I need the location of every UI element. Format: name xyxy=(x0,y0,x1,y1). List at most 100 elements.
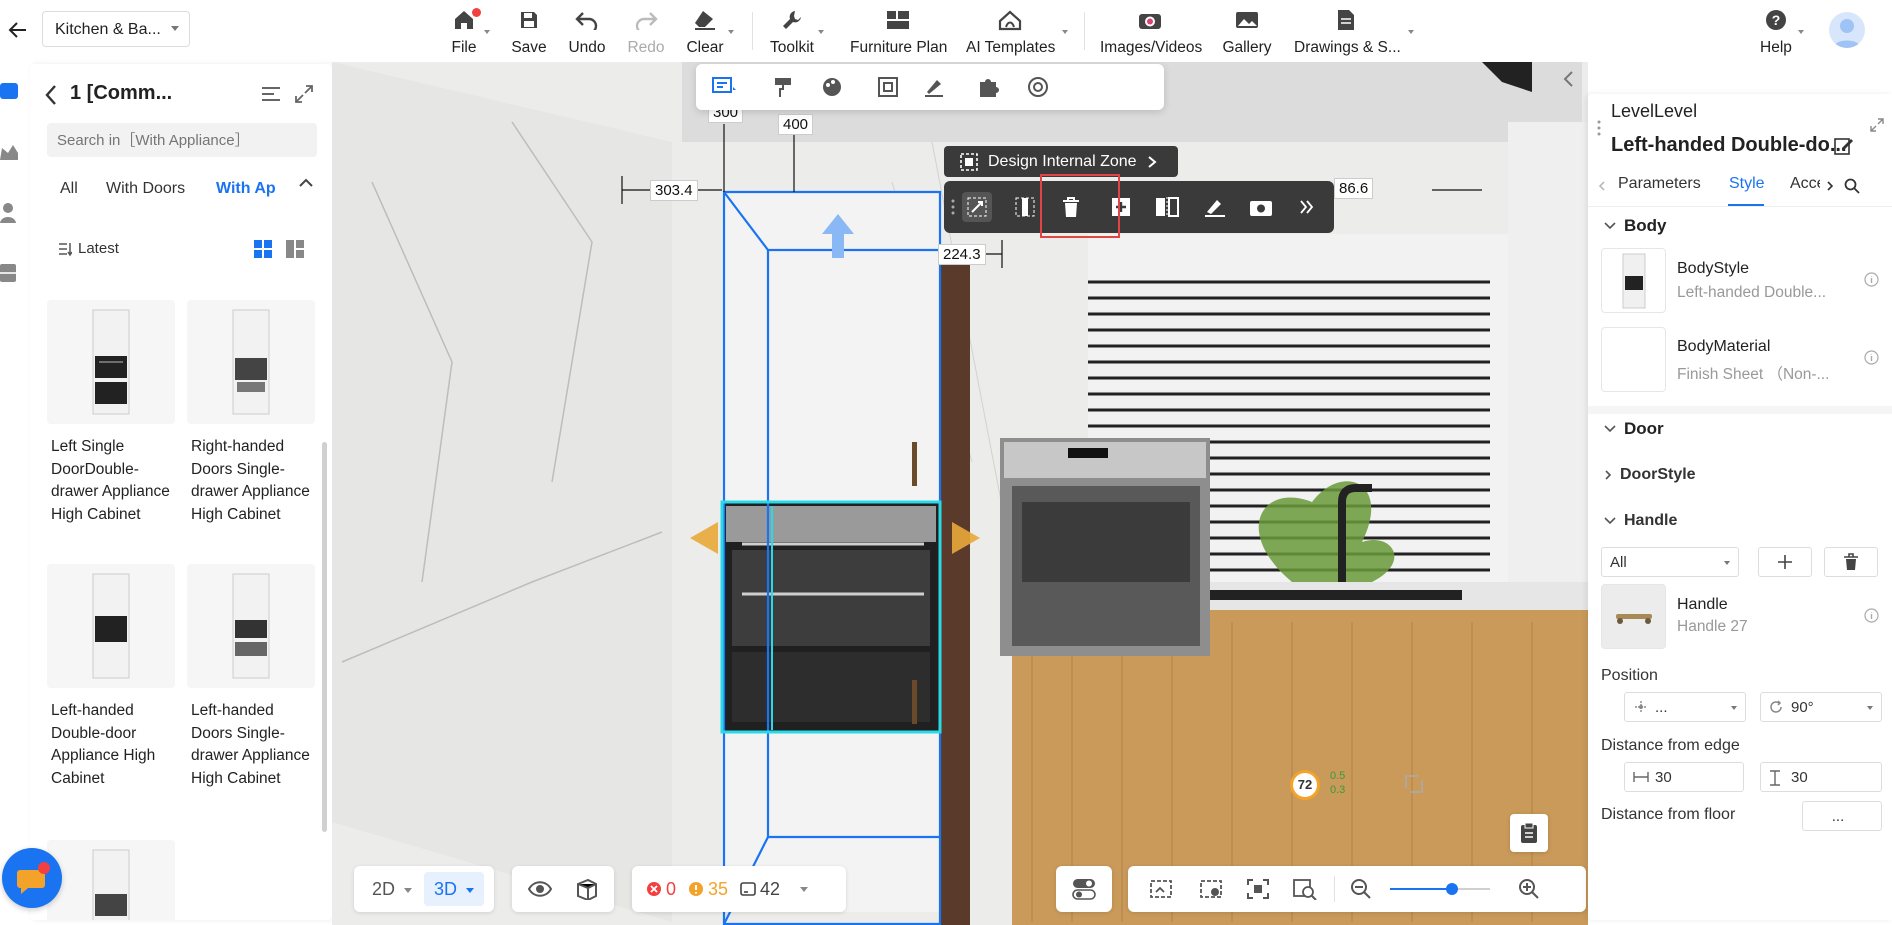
select-mode-button[interactable] xyxy=(710,73,738,101)
tab-all[interactable]: All xyxy=(60,180,78,198)
cabinet-icon[interactable] xyxy=(0,262,22,284)
expand-icon[interactable] xyxy=(294,84,314,104)
frame-button[interactable] xyxy=(874,73,902,101)
chevron-down-icon[interactable] xyxy=(800,886,809,892)
distance-edge-horizontal-input[interactable]: 30 xyxy=(1624,762,1744,792)
brush-button[interactable] xyxy=(920,73,948,101)
undo-button[interactable]: Undo xyxy=(567,6,607,56)
clipboard-button[interactable] xyxy=(1510,814,1548,852)
chat-button[interactable] xyxy=(2,848,62,908)
mode-2d-button[interactable]: 2D xyxy=(362,872,422,906)
redo-button[interactable]: Redo xyxy=(627,6,665,56)
file-menu-button[interactable]: File xyxy=(448,6,490,56)
search-icon[interactable] xyxy=(1844,178,1860,194)
zoom-selection-icon[interactable] xyxy=(1292,878,1318,900)
tab-with-doors[interactable]: With Doors xyxy=(106,180,185,198)
toggle-icon[interactable] xyxy=(1072,878,1096,900)
zoom-slider-handle[interactable] xyxy=(1446,883,1458,895)
mirror-button[interactable] xyxy=(1152,192,1182,222)
project-selector[interactable]: Kitchen & Ba... xyxy=(42,11,190,47)
product-card[interactable]: Left Single DoorDouble-drawer Appliance … xyxy=(47,300,177,526)
status-group[interactable]: 0 35 42 xyxy=(632,866,846,912)
mode-3d-button[interactable]: 3D xyxy=(424,872,485,906)
performance-score[interactable]: 72 xyxy=(1290,770,1320,800)
design-internal-zone-button[interactable]: Design Internal Zone xyxy=(944,146,1178,177)
library-scrollbar[interactable] xyxy=(322,442,327,832)
grid-view-icon[interactable] xyxy=(254,240,272,258)
camera-view-button[interactable] xyxy=(1246,192,1276,222)
fit-view-icon[interactable] xyxy=(1246,878,1270,900)
save-button[interactable]: Save xyxy=(510,6,548,56)
body-style-thumbnail[interactable] xyxy=(1601,248,1666,313)
distance-floor-input[interactable]: ... xyxy=(1802,801,1882,831)
target-button[interactable] xyxy=(1024,73,1052,101)
scale-button[interactable] xyxy=(962,192,992,222)
door-section-header[interactable]: Door xyxy=(1604,419,1664,439)
gallery-button[interactable]: Gallery xyxy=(1222,6,1272,56)
toolkit-button[interactable]: Toolkit xyxy=(770,6,824,56)
tab-with-appliance[interactable]: With Ap xyxy=(216,180,276,198)
ai-templates-button[interactable]: AI Templates xyxy=(966,6,1068,56)
zoom-slider-track[interactable] xyxy=(1390,883,1490,895)
avatar[interactable] xyxy=(1829,12,1865,48)
chevron-right-icon[interactable] xyxy=(1826,180,1834,192)
drag-handle-icon[interactable] xyxy=(1596,120,1602,136)
delete-handle-button[interactable] xyxy=(1824,547,1878,577)
corner-icon[interactable] xyxy=(1404,774,1424,794)
product-card[interactable]: Left-handed Double-door Appliance High C… xyxy=(47,564,177,790)
camera-settings-icon[interactable] xyxy=(1198,878,1224,900)
screenshot-icon[interactable] xyxy=(1148,878,1174,900)
expand-icon[interactable] xyxy=(1870,118,1884,132)
catalog-icon[interactable] xyxy=(0,80,22,102)
back-arrow-icon[interactable] xyxy=(6,18,30,42)
brush-tool-button[interactable] xyxy=(1200,192,1230,222)
material-button[interactable] xyxy=(818,73,846,101)
dimension-label[interactable]: 86.6 xyxy=(1334,178,1374,199)
chevron-up-icon[interactable] xyxy=(298,176,314,190)
add-handle-button[interactable] xyxy=(1758,547,1812,577)
paint-roller-button[interactable] xyxy=(770,73,798,101)
edit-icon[interactable] xyxy=(1834,136,1854,156)
person-icon[interactable] xyxy=(0,202,22,224)
chevron-left-icon[interactable] xyxy=(1598,180,1606,192)
cube-icon[interactable] xyxy=(574,878,598,900)
chevron-left-icon[interactable] xyxy=(44,84,58,106)
eye-icon[interactable] xyxy=(528,878,552,900)
sort-dropdown[interactable]: Latest xyxy=(58,240,119,257)
dimension-label[interactable]: 303.4 xyxy=(650,180,698,201)
library-search-input[interactable] xyxy=(47,123,317,157)
help-button[interactable]: ? Help xyxy=(1758,6,1804,56)
distance-edge-vertical-input[interactable]: 30 xyxy=(1760,762,1882,792)
body-material-thumbnail[interactable] xyxy=(1601,327,1666,392)
furniture-plan-button[interactable]: Furniture Plan xyxy=(850,6,947,56)
plugin-button[interactable] xyxy=(974,73,1002,101)
more-button[interactable] xyxy=(1292,192,1322,222)
handle-header[interactable]: Handle xyxy=(1604,512,1677,530)
rotation-select[interactable]: 90° xyxy=(1760,692,1882,722)
clear-button[interactable]: Clear xyxy=(686,6,734,56)
dimension-label[interactable]: 224.3 xyxy=(938,244,986,265)
zoom-out-icon[interactable] xyxy=(1350,878,1372,900)
body-section-header[interactable]: Body xyxy=(1604,216,1667,236)
images-videos-button[interactable]: Images/Videos xyxy=(1100,6,1202,56)
collapse-right-icon[interactable] xyxy=(1562,70,1576,88)
3d-viewport[interactable]: 300 400 303.4 224.3 86.6 Design Internal… xyxy=(332,62,1588,925)
dimension-label[interactable]: 400 xyxy=(778,114,814,135)
sort-list-icon[interactable] xyxy=(260,84,282,104)
product-card[interactable]: Right-handed Doors Single-drawer Applian… xyxy=(187,300,317,526)
handle-thumbnail[interactable] xyxy=(1601,584,1666,649)
drag-handle-icon[interactable] xyxy=(950,199,956,215)
product-card[interactable]: Left-handed Doors Single-drawer Applianc… xyxy=(187,564,317,790)
drawings-button[interactable]: Drawings & S... xyxy=(1294,6,1414,56)
tab-accessories[interactable]: Acce xyxy=(1790,175,1820,193)
info-icon[interactable] xyxy=(1864,608,1879,623)
list-view-icon[interactable] xyxy=(286,240,304,258)
tab-parameters[interactable]: Parameters xyxy=(1618,175,1701,193)
crown-icon[interactable] xyxy=(0,142,22,164)
split-button[interactable] xyxy=(1010,192,1040,222)
door-style-header[interactable]: DoorStyle xyxy=(1604,466,1696,484)
tab-style[interactable]: Style xyxy=(1729,175,1765,193)
zoom-in-icon[interactable] xyxy=(1518,878,1540,900)
product-card[interactable] xyxy=(47,840,177,920)
info-icon[interactable] xyxy=(1864,350,1879,365)
